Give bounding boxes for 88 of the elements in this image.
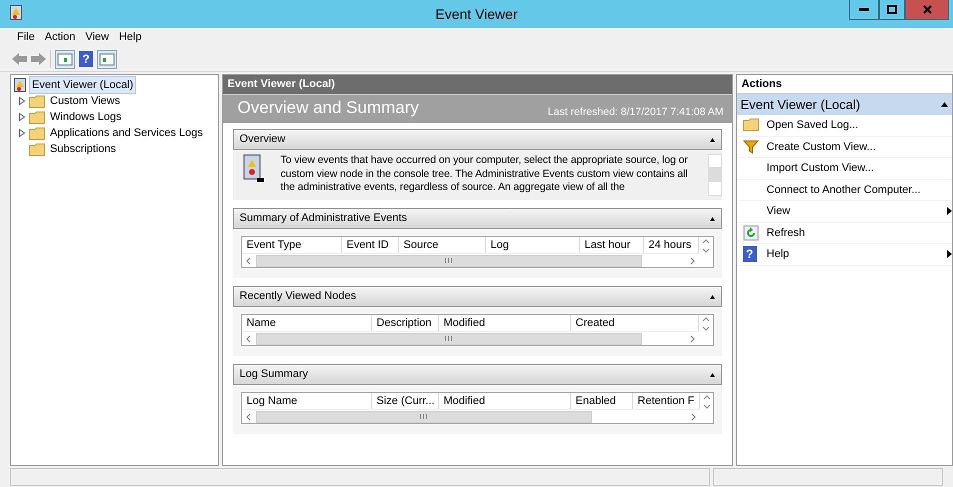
column-header[interactable]: Modified — [438, 393, 571, 409]
column-header[interactable]: 24 hours — [644, 237, 699, 253]
menu-item[interactable]: File — [14, 29, 38, 46]
minimize-button[interactable] — [849, 0, 879, 20]
action-label: Refresh — [766, 226, 806, 240]
menu-item[interactable]: View — [82, 29, 112, 46]
action-label: View — [766, 204, 792, 219]
column-header[interactable]: Log — [486, 237, 580, 253]
back-icon[interactable] — [12, 53, 27, 65]
tree-item[interactable]: Subscriptions — [48, 140, 118, 158]
panel-header: Event Viewer (Local) — [222, 75, 732, 94]
pane-command[interactable]: ? Help — [736, 244, 952, 266]
column-header[interactable]: Created — [570, 315, 699, 331]
folder-icon — [29, 110, 45, 124]
submenu-arrow-icon[interactable] — [947, 250, 952, 258]
column-header[interactable]: Enabled — [570, 393, 633, 409]
column-header[interactable]: Last hour — [580, 237, 644, 253]
column-header[interactable]: Source — [398, 237, 486, 253]
collapse-icon[interactable] — [710, 138, 715, 142]
pane-command[interactable]: Create Custom View... — [736, 136, 952, 158]
overview-paragraph: To view events that have occurred on your computer, select the appropriate source, log or custom view node in the console tree. The Administrative Events custom view contains all the administrative events, regardless of source. An aggregate view of all the — [280, 154, 689, 195]
grip-icon — [445, 336, 452, 341]
refresh-icon — [742, 224, 759, 241]
help-icon: ? — [742, 246, 757, 262]
collapse-icon[interactable] — [710, 216, 715, 220]
column-header[interactable]: Modified — [438, 315, 571, 331]
collapse-icon[interactable] — [710, 294, 715, 298]
section-header[interactable]: Recently Viewed Nodes — [232, 286, 722, 307]
vertical-scrollbar[interactable] — [708, 154, 722, 196]
forward-icon[interactable] — [31, 53, 46, 65]
folder-icon — [29, 142, 45, 156]
column-header[interactable]: Description — [372, 315, 439, 331]
pane-command[interactable]: Open Saved Log... — [736, 115, 952, 136]
action-label: Open Saved Log... — [766, 118, 860, 133]
column-header[interactable]: Retention F — [632, 393, 700, 409]
section-header[interactable]: Log Summary — [232, 364, 722, 385]
section-title: Log Summary — [240, 367, 308, 382]
show-hide-action-pane-icon[interactable] — [97, 50, 117, 68]
section-header[interactable]: Overview — [232, 129, 722, 150]
scrollbar-thumb[interactable] — [256, 254, 642, 266]
menu-item[interactable]: Action — [42, 29, 78, 46]
close-icon[interactable] — [922, 5, 932, 14]
pane-command[interactable]: View — [736, 201, 952, 222]
submenu-arrow-icon[interactable] — [947, 207, 952, 216]
folder-icon — [29, 126, 45, 140]
folder-icon — [742, 117, 759, 134]
section-header[interactable]: Summary of Administrative Events — [232, 208, 722, 229]
grip-icon — [420, 414, 428, 419]
close-button[interactable] — [905, 0, 949, 20]
last-refreshed-text: Last refreshed: 8/17/2017 7:41:08 AM — [548, 105, 724, 120]
overview-title: Overview and Summary — [238, 97, 419, 120]
actions-group-title: Event Viewer (Local) — [740, 96, 860, 114]
action-label: Help — [766, 247, 790, 262]
action-label: Import Custom View... — [766, 161, 875, 176]
collapse-icon[interactable] — [710, 372, 715, 376]
tree-item[interactable]: Applications and Services Logs — [48, 124, 205, 142]
column-header[interactable]: Event Type — [242, 237, 342, 253]
action-label: Create Custom View... — [766, 140, 877, 154]
event-viewer-icon — [14, 78, 26, 92]
scrollbar-thumb[interactable] — [708, 167, 721, 182]
column-header[interactable]: Size (Curr... — [372, 393, 439, 409]
menu-item[interactable]: Help — [116, 29, 145, 46]
scrollbar-thumb[interactable] — [256, 410, 592, 422]
collapse-icon[interactable] — [941, 102, 948, 107]
help-button[interactable]: ? — [79, 51, 93, 67]
window-title: Event Viewer — [435, 5, 518, 24]
column-header[interactable]: Event ID — [342, 237, 399, 253]
tree-item[interactable]: Event Viewer (Local) — [29, 76, 136, 94]
pane-command[interactable]: Connect to Another Computer... — [736, 180, 952, 201]
column-header[interactable]: Log Name — [242, 393, 372, 409]
tree-item[interactable]: Windows Logs — [48, 108, 124, 126]
show-hide-tree-icon[interactable] — [55, 50, 75, 68]
tree-item[interactable]: Custom Views — [48, 92, 122, 110]
grip-icon — [445, 258, 452, 263]
section-title: Recently Viewed Nodes — [240, 289, 356, 304]
actions-group-header[interactable]: Event Viewer (Local) — [736, 94, 952, 115]
event-viewer-icon — [10, 5, 22, 20]
maximize-icon[interactable] — [887, 5, 897, 14]
pane-command[interactable]: Refresh — [736, 222, 952, 244]
scrollbar-thumb[interactable] — [256, 332, 642, 344]
column-header[interactable]: Name — [242, 315, 372, 331]
pane-command[interactable]: Import Custom View... — [736, 158, 952, 180]
section-title: Summary of Administrative Events — [240, 211, 408, 226]
action-label: Connect to Another Computer... — [766, 182, 922, 198]
section-title: Overview — [240, 132, 286, 148]
filter-icon — [742, 138, 759, 155]
maximize-button[interactable] — [879, 0, 905, 20]
log-book-icon — [242, 154, 265, 184]
